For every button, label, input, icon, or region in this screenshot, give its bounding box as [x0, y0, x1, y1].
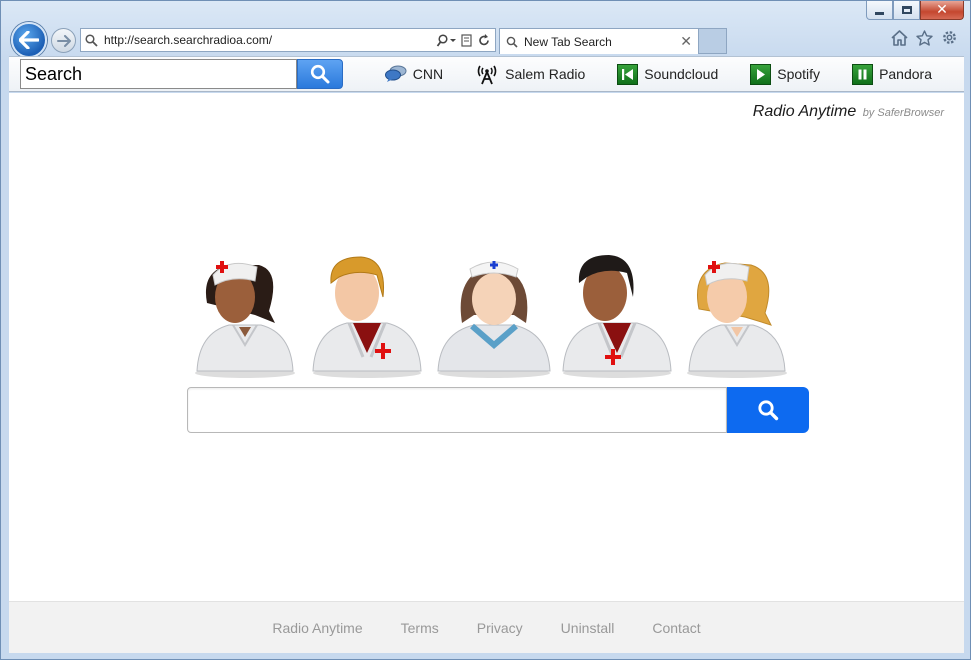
- address-url[interactable]: http://search.searchradioa.com/: [104, 33, 436, 47]
- medical-staff-illustration: [189, 253, 794, 379]
- search-icon: [506, 36, 518, 48]
- doctor-figure-icon: [562, 255, 672, 378]
- refresh-icon[interactable]: [478, 33, 490, 47]
- window-controls: ✕: [866, 1, 964, 20]
- footer-link-terms[interactable]: Terms: [401, 620, 439, 636]
- doctor-figure-icon: [312, 256, 422, 378]
- skip-back-icon: [617, 63, 639, 85]
- tab-new-tab-search[interactable]: New Tab Search ✕: [499, 28, 699, 54]
- toolbar-link-label: Pandora: [879, 66, 932, 82]
- cnn-chat-icon: [384, 65, 407, 83]
- toolbar-search-input[interactable]: Search: [20, 59, 298, 89]
- toolbar-link-pandora[interactable]: Pandora: [852, 63, 932, 85]
- back-arrow-icon: [19, 31, 39, 49]
- brand: Radio Anytime by SaferBrowser: [753, 103, 944, 121]
- toolbar-link-label: Salem Radio: [505, 66, 586, 82]
- browser-window: ✕ http://search.searchradioa.com/ New Ta…: [0, 0, 971, 660]
- toolbar-link-soundcloud[interactable]: Soundcloud: [617, 63, 719, 85]
- maximize-button[interactable]: [893, 1, 920, 20]
- toolbar-links: CNN Salem Radio Soundcloud Spotify Pando…: [384, 63, 964, 85]
- brand-by: by SaferBrowser: [862, 107, 944, 119]
- forward-button[interactable]: [51, 28, 76, 53]
- radio-tower-icon: [475, 63, 499, 85]
- forward-arrow-icon: [56, 34, 71, 47]
- maximize-icon: [901, 6, 912, 14]
- address-bar[interactable]: http://search.searchradioa.com/: [80, 28, 496, 52]
- settings-gear-icon[interactable]: [941, 29, 958, 46]
- play-icon: [750, 63, 772, 85]
- new-tab-button[interactable]: [699, 28, 727, 54]
- back-button[interactable]: [11, 22, 47, 58]
- nurse-figure-icon: [687, 261, 787, 378]
- footer: Radio Anytime Terms Privacy Uninstall Co…: [9, 601, 964, 653]
- nurse-figure-icon: [195, 261, 295, 378]
- close-icon: ✕: [936, 2, 948, 18]
- pause-icon: [852, 63, 874, 85]
- home-icon[interactable]: [891, 29, 908, 46]
- brand-name: Radio Anytime: [752, 103, 857, 120]
- main-search-button[interactable]: [727, 387, 809, 433]
- search-icon: [310, 64, 330, 84]
- minimize-button[interactable]: [866, 1, 893, 20]
- footer-link-privacy[interactable]: Privacy: [477, 620, 523, 636]
- tab-close-icon[interactable]: ✕: [680, 33, 692, 50]
- search-toolbar: Search CNN Salem Radio Soundcloud Spotif…: [9, 56, 964, 92]
- search-icon: [85, 33, 98, 47]
- favorites-star-icon[interactable]: [916, 29, 933, 46]
- toolbar-link-label: Soundcloud: [644, 66, 719, 82]
- close-window-button[interactable]: ✕: [920, 1, 964, 20]
- search-icon: [758, 400, 779, 421]
- minimize-icon: [875, 11, 884, 15]
- search-dropdown-icon[interactable]: [436, 33, 456, 47]
- toolbar-link-spotify[interactable]: Spotify: [750, 63, 821, 85]
- toolbar-link-label: Spotify: [777, 66, 821, 82]
- tab-title: New Tab Search: [524, 34, 612, 49]
- main-search-input[interactable]: [187, 387, 727, 433]
- toolbar-link-salem-radio[interactable]: Salem Radio: [475, 63, 585, 85]
- compatibility-view-icon[interactable]: [461, 33, 473, 47]
- toolbar-search-button[interactable]: [297, 59, 343, 89]
- toolbar-link-label: CNN: [412, 66, 444, 82]
- nurse-figure-icon: [437, 261, 551, 378]
- footer-link-radio-anytime[interactable]: Radio Anytime: [272, 620, 362, 636]
- browser-command-icons: [891, 29, 958, 46]
- main-search: [187, 387, 809, 433]
- page-content: Radio Anytime by SaferBrowser Radio Anyt…: [9, 93, 964, 653]
- footer-link-contact[interactable]: Contact: [652, 620, 700, 636]
- toolbar-link-cnn[interactable]: CNN: [384, 65, 444, 83]
- footer-link-uninstall[interactable]: Uninstall: [561, 620, 615, 636]
